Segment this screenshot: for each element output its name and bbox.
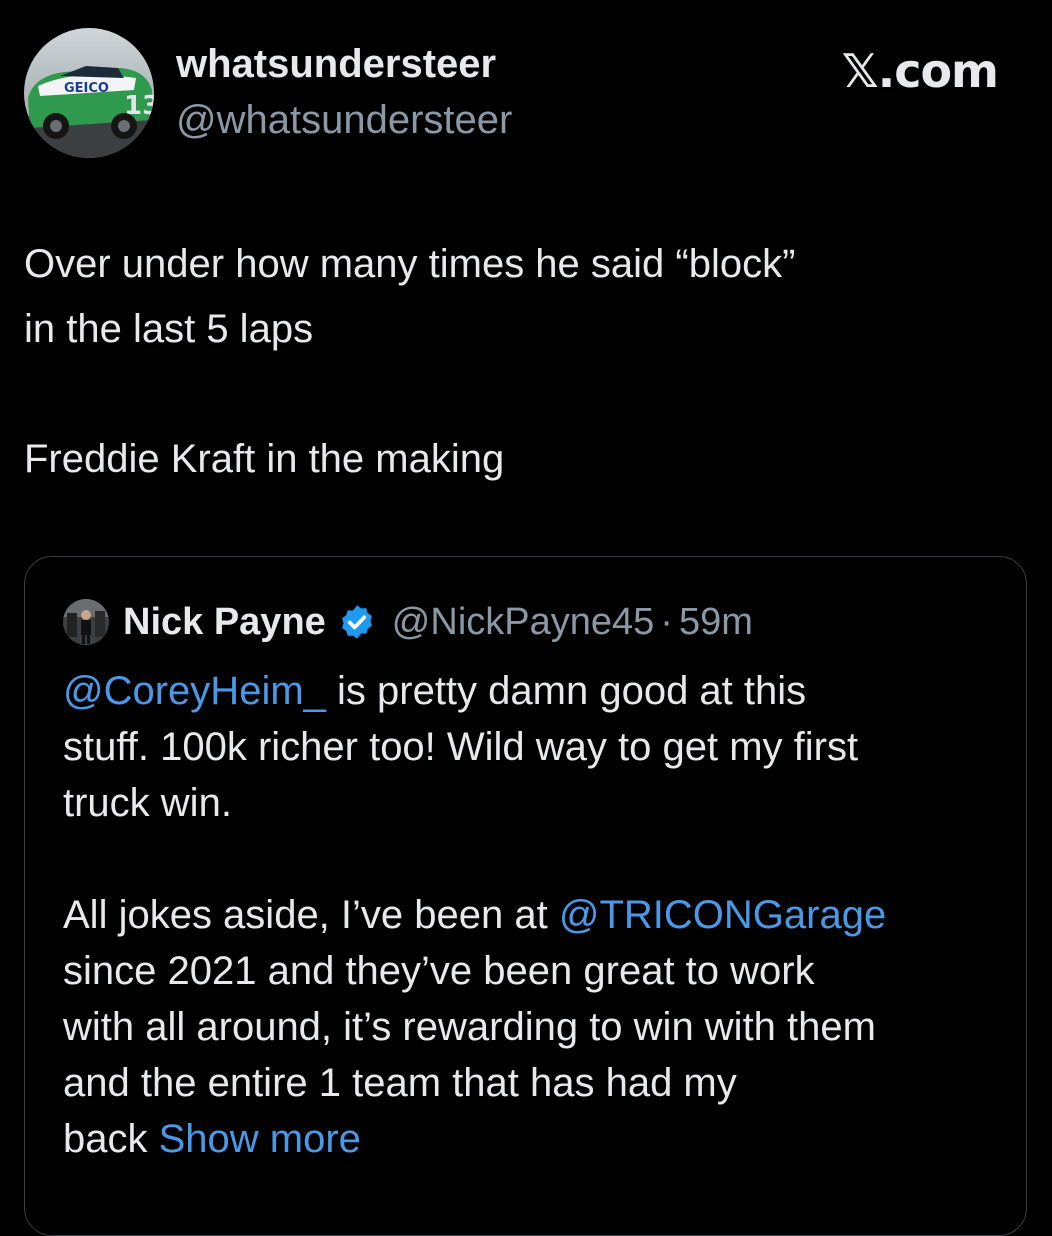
quoted-author-name[interactable]: Nick Payne (123, 601, 326, 644)
quoted-line: stuff. 100k richer too! Wild way to get … (63, 725, 859, 769)
svg-text:GEICO: GEICO (64, 81, 109, 96)
quoted-line: truck win. (63, 781, 232, 825)
quoted-line: All jokes aside, I’ve been at @TRICONGar… (63, 887, 1003, 943)
tweet-line: in the last 5 laps (24, 307, 314, 351)
author-avatar[interactable]: GEICO 13 (24, 28, 154, 158)
tweet-line: Over under how many times he said “block… (24, 242, 796, 286)
quoted-tweet-header: Nick Payne @NickPayne45 · 59m (63, 597, 753, 647)
verified-badge-icon (341, 605, 372, 639)
quoted-author-avatar[interactable] (63, 599, 109, 645)
x-logo: 𝕏.com (841, 44, 999, 98)
quoted-author-handle[interactable]: @NickPayne45 (392, 601, 654, 644)
quoted-line: and the entire 1 team that has had my (63, 1061, 737, 1105)
tweet-line: Freddie Kraft in the making (24, 437, 505, 481)
author-display-name[interactable]: whatsundersteer (176, 42, 496, 87)
quoted-timestamp[interactable]: 59m (679, 601, 753, 644)
separator-dot: · (660, 600, 673, 643)
quoted-line: with all around, it’s rewarding to win w… (63, 1005, 876, 1049)
quoted-tweet-body: @CoreyHeim_ is pretty damn good at this … (63, 663, 1003, 1167)
tweet-header: GEICO 13 whatsundersteer @whatsunderstee… (24, 28, 1028, 158)
show-more-link[interactable]: Show more (159, 1117, 361, 1161)
person-avatar-icon (63, 599, 109, 645)
quoted-text: back (63, 1117, 159, 1161)
quoted-line: @CoreyHeim_ is pretty damn good at this (63, 663, 1003, 719)
quoted-line: since 2021 and they’ve been great to wor… (63, 949, 815, 993)
author-handle[interactable]: @whatsundersteer (176, 98, 512, 143)
race-car-avatar-icon: GEICO 13 (24, 28, 154, 158)
quoted-line: back Show more (63, 1111, 1003, 1167)
mention-link[interactable]: @CoreyHeim_ (63, 669, 326, 713)
quoted-text: is pretty damn good at this (325, 669, 807, 713)
quoted-tweet-card[interactable]: Nick Payne @NickPayne45 · 59m @CoreyHeim… (24, 556, 1027, 1236)
mention-link[interactable]: @TRICONGarage (559, 893, 886, 937)
tweet-body: Over under how many times he said “block… (24, 232, 1014, 492)
quoted-text: All jokes aside, I’ve been at (63, 893, 559, 937)
